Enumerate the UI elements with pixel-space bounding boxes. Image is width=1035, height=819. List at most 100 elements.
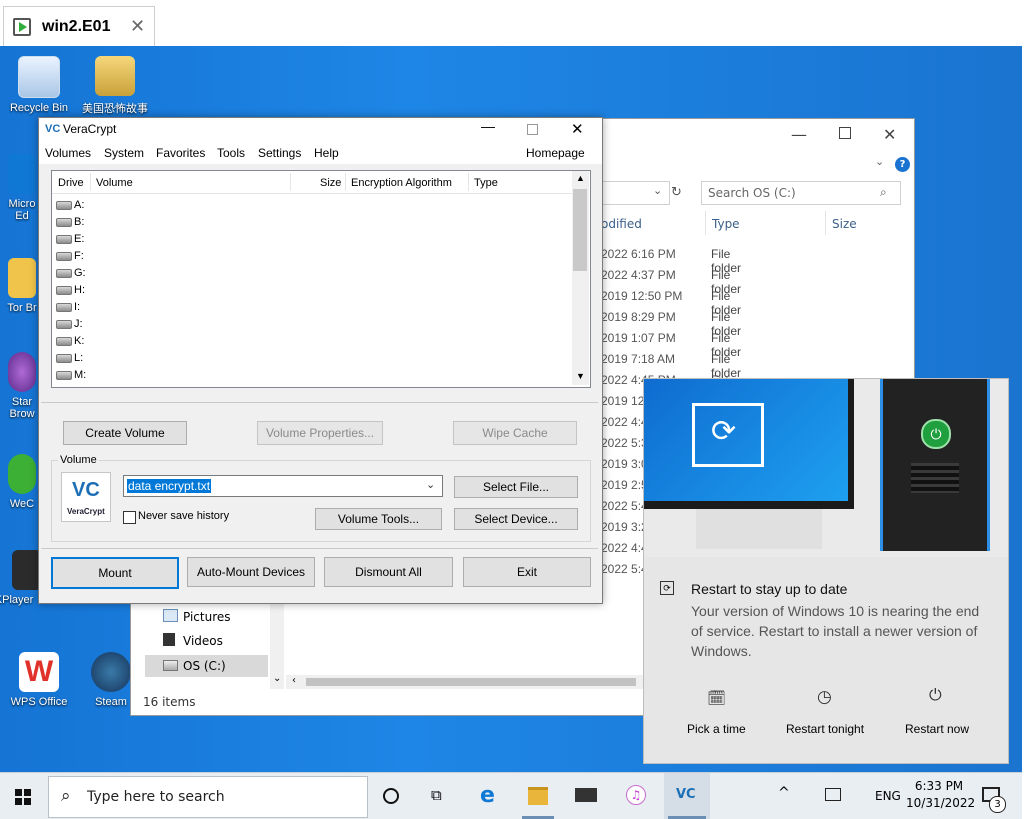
nav-item-videos[interactable]: Videos: [145, 631, 268, 651]
show-hidden-icons-icon[interactable]: ^: [778, 785, 790, 801]
file-row[interactable]: 2019 3:0: [601, 457, 648, 471]
column-encryption-algorithm[interactable]: Encryption Algorithm: [351, 177, 452, 189]
restart-now-button[interactable]: ⏻ Restart now: [886, 685, 996, 745]
column-type[interactable]: Type: [712, 217, 740, 231]
taskbar-veracrypt[interactable]: VC: [664, 773, 710, 819]
start-button[interactable]: [0, 773, 46, 819]
desktop-icon-folder[interactable]: 美国恐怖故事: [80, 56, 150, 116]
veracrypt-titlebar[interactable]: VC VeraCrypt — ✕: [39, 118, 602, 142]
chevron-down-icon[interactable]: ⌄: [426, 478, 435, 491]
action-center-button[interactable]: 3: [980, 783, 1006, 813]
search-box[interactable]: Search OS (C:) ⌕: [701, 181, 901, 205]
menu-favorites[interactable]: Favorites: [156, 146, 205, 160]
volume-path-value[interactable]: data encrypt.txt: [127, 479, 212, 493]
close-icon[interactable]: ✕: [883, 125, 896, 144]
restart-notification[interactable]: ⟳ ⏻ ⟳ Restart to stay up to date Your ve…: [643, 378, 1009, 764]
scroll-down-icon[interactable]: ⌄: [273, 673, 281, 684]
file-row[interactable]: 2022 5:4: [601, 562, 648, 576]
column-date-modified[interactable]: odified: [601, 217, 642, 231]
taskbar-file-explorer[interactable]: [518, 773, 558, 819]
drive-row[interactable]: H:: [56, 284, 85, 296]
scroll-thumb[interactable]: [573, 189, 587, 271]
desktop-icon-steam[interactable]: Steam: [86, 652, 136, 708]
drive-row[interactable]: A:: [56, 199, 84, 211]
column-volume[interactable]: Volume: [96, 177, 133, 189]
drive-list[interactable]: Drive Volume Size Encryption Algorithm T…: [51, 170, 591, 388]
file-row[interactable]: 2022 4:37 PM File folder: [601, 268, 741, 296]
nav-item-pictures[interactable]: Pictures: [145, 607, 268, 627]
maximize-icon[interactable]: [839, 127, 851, 139]
desktop-icon-start-browser[interactable]: Star Brow: [4, 352, 40, 420]
drive-row[interactable]: F:: [56, 250, 84, 262]
input-language[interactable]: ENG: [875, 789, 901, 803]
file-row[interactable]: 2019 8:29 PM File folder: [601, 310, 741, 338]
desktop-icon-edge[interactable]: Micro Ed: [4, 154, 40, 222]
drive-list-scrollbar[interactable]: ▲ ▼: [572, 171, 589, 385]
menu-settings[interactable]: Settings: [258, 146, 301, 160]
vm-tab-close-icon[interactable]: ✕: [130, 16, 145, 37]
file-row[interactable]: 2022 5:4: [601, 499, 648, 513]
file-row[interactable]: 2022 6:16 PM File folder: [601, 247, 741, 275]
exit-button[interactable]: Exit: [463, 557, 591, 587]
desktop-icon-recycle-bin[interactable]: Recycle Bin: [4, 56, 74, 114]
file-row[interactable]: 2019 7:18 AM File folder: [601, 352, 741, 380]
file-row[interactable]: 2019 2:5: [601, 478, 648, 492]
auto-mount-devices-button[interactable]: Auto-Mount Devices: [187, 557, 315, 587]
drive-row[interactable]: L:: [56, 352, 83, 364]
menu-tools[interactable]: Tools: [217, 146, 245, 160]
desktop-icon-wechat[interactable]: WeC: [4, 454, 40, 510]
task-view-button[interactable]: ⧉: [420, 773, 458, 819]
menu-volumes[interactable]: Volumes: [45, 146, 91, 160]
scroll-down-icon[interactable]: ▼: [576, 371, 585, 381]
taskbar-edge[interactable]: e: [470, 773, 510, 819]
nav-item-os-c[interactable]: OS (C:): [145, 655, 268, 677]
file-row[interactable]: 2019 1:07 PM File folder: [601, 331, 741, 359]
nav-scrollbar[interactable]: ⌄: [270, 599, 284, 689]
desktop-icon-wps[interactable]: W WPS Office: [4, 652, 74, 708]
drive-row[interactable]: M:: [56, 369, 86, 381]
taskbar-mail[interactable]: [566, 773, 606, 819]
mount-button[interactable]: Mount: [51, 557, 179, 589]
address-bar[interactable]: ⌄: [601, 181, 670, 205]
column-drive[interactable]: Drive: [58, 177, 84, 189]
drive-row[interactable]: B:: [56, 216, 84, 228]
menu-help[interactable]: Help: [314, 146, 339, 160]
help-icon[interactable]: ?: [895, 157, 910, 172]
restart-tonight-button[interactable]: ◷ Restart tonight: [776, 685, 878, 745]
vm-tab[interactable]: win2.E01 ✕: [3, 6, 155, 47]
drive-row[interactable]: G:: [56, 267, 86, 279]
drive-row[interactable]: J:: [56, 318, 83, 330]
file-row[interactable]: 2019 3:2: [601, 520, 648, 534]
dropdown-icon[interactable]: ⌄: [653, 184, 662, 197]
horizontal-scrollbar[interactable]: ‹: [286, 675, 646, 689]
file-row[interactable]: 2022 4:4: [601, 541, 648, 555]
cortana-button[interactable]: [372, 773, 410, 819]
never-save-history-checkbox[interactable]: [123, 511, 136, 524]
minimize-icon[interactable]: —: [791, 125, 807, 144]
minimize-icon[interactable]: —: [481, 118, 495, 134]
volume-tools-button[interactable]: Volume Tools...: [315, 508, 442, 530]
file-row[interactable]: 2022 5:3: [601, 436, 648, 450]
scroll-up-icon[interactable]: ▲: [576, 173, 585, 183]
network-icon[interactable]: [825, 788, 841, 801]
drive-row[interactable]: I:: [56, 301, 80, 313]
select-file-button[interactable]: Select File...: [454, 476, 578, 498]
veracrypt-window[interactable]: VC VeraCrypt — ✕ Volumes System Favorite…: [38, 117, 603, 604]
close-icon[interactable]: ✕: [571, 120, 584, 138]
desktop-icon-tor[interactable]: Tor Br: [4, 258, 40, 314]
drive-row[interactable]: K:: [56, 335, 84, 347]
refresh-icon[interactable]: ↻: [671, 185, 682, 200]
homepage-link[interactable]: Homepage: [526, 146, 585, 160]
taskbar-search-box[interactable]: ⌕ Type here to search: [48, 776, 368, 818]
taskbar-itunes[interactable]: ♫: [616, 773, 656, 819]
scroll-left-icon[interactable]: ‹: [292, 675, 296, 686]
chevron-down-icon[interactable]: ⌄: [875, 155, 884, 168]
create-volume-button[interactable]: Create Volume: [63, 421, 187, 445]
pick-a-time-button[interactable]: 🗓 Pick a time: [654, 685, 776, 745]
dismount-all-button[interactable]: Dismount All: [324, 557, 453, 587]
column-size[interactable]: Size: [832, 217, 857, 231]
file-row[interactable]: 2022 4:4: [601, 415, 648, 429]
select-device-button[interactable]: Select Device...: [454, 508, 578, 530]
clock[interactable]: 6:33 PM 10/31/2022: [906, 777, 975, 815]
volume-path-combobox[interactable]: data encrypt.txt ⌄: [123, 475, 443, 497]
